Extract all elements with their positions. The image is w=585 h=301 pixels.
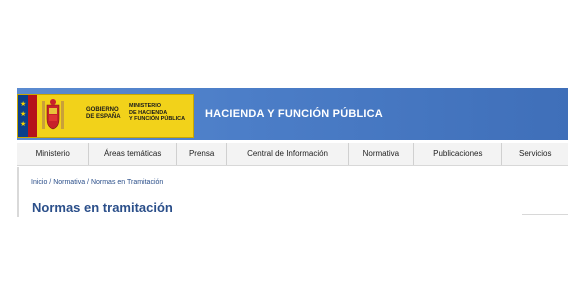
breadcrumb-current: Normas en Tramitación [90,179,164,186]
nav-item-ministerio[interactable]: Ministerio [17,143,90,165]
nav-item-central-informacion[interactable]: Central de Información [227,143,349,165]
breadcrumb-home-link[interactable]: Inicio [31,179,47,186]
government-logo[interactable]: ★ ★ ★ GOBIERNO DE ESPAÑA MINISTERIO DE HAC… [17,94,194,138]
nav-item-areas-tematicas[interactable]: Áreas temáticas [89,143,177,165]
coat-of-arms-icon [42,99,64,130]
page-title: Normas en tramitación [32,200,173,215]
breadcrumb-section-link[interactable]: Normativa [53,179,85,186]
site-header: ★ ★ ★ GOBIERNO DE ESPAÑA MINISTERIO DE HAC… [17,88,568,140]
eu-flag-icon: ★ ★ ★ [18,95,37,137]
nav-item-normativa[interactable]: Normativa [349,143,415,165]
ministry-title[interactable]: HACIENDA Y FUNCIÓN PÚBLICA [205,108,383,120]
breadcrumb: Inicio / Normativa / Normas en Tramitaci… [31,179,163,186]
nav-item-prensa[interactable]: Prensa [177,143,228,165]
nav-item-publicaciones[interactable]: Publicaciones [414,143,503,165]
main-content: Inicio / Normativa / Normas en Tramitaci… [17,167,570,217]
ministerio-label: MINISTERIO DE HACIENDA Y FUNCIÓN PÚBLICA [129,103,186,122]
nav-item-servicios[interactable]: Servicios [502,143,568,165]
gobierno-label: GOBIERNO DE ESPAÑA [86,107,121,120]
main-nav: Ministerio Áreas temáticas Prensa Centra… [17,143,568,166]
divider [522,214,568,215]
